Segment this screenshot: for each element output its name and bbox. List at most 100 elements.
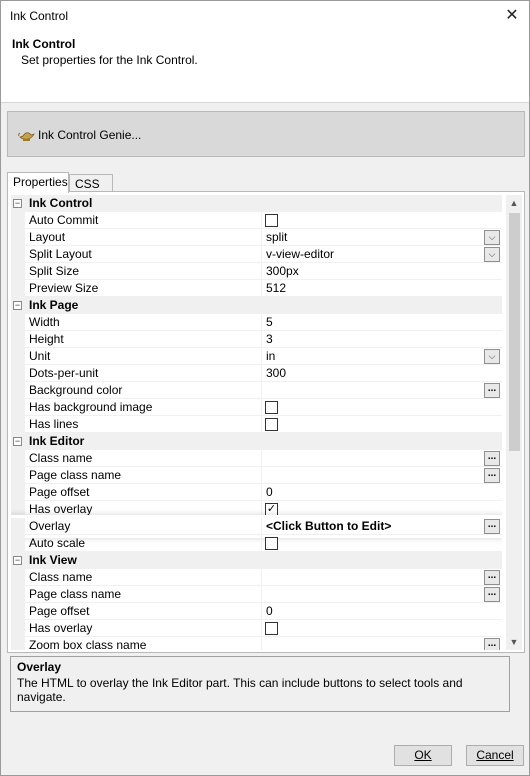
- row-gutter: [11, 484, 25, 501]
- ellipsis-icon[interactable]: ...: [484, 519, 500, 534]
- cancel-button[interactable]: Cancel: [466, 745, 524, 766]
- property-value[interactable]: ...: [262, 569, 502, 586]
- property-row[interactable]: Overlay <Click Button to Edit>...: [11, 518, 502, 535]
- chevron-down-icon[interactable]: ⌵: [484, 247, 500, 262]
- collapse-icon[interactable]: −: [13, 199, 22, 208]
- property-row[interactable]: Page class name...: [11, 467, 502, 484]
- property-row[interactable]: Layout split ⌵: [11, 229, 502, 246]
- property-name: Split Layout: [25, 246, 262, 263]
- property-value[interactable]: ...: [262, 586, 502, 603]
- property-value[interactable]: [262, 416, 502, 433]
- collapse-icon[interactable]: −: [13, 301, 22, 310]
- ellipsis-icon[interactable]: ...: [484, 587, 500, 602]
- property-value[interactable]: [262, 535, 502, 552]
- property-row[interactable]: Page offset 0: [11, 484, 502, 501]
- chevron-down-icon[interactable]: ⌵: [484, 230, 500, 245]
- scroll-up-icon[interactable]: ▲: [506, 195, 522, 211]
- property-row[interactable]: Height 3: [11, 331, 502, 348]
- property-value[interactable]: <Click Button to Edit>...: [262, 518, 502, 535]
- property-value[interactable]: ✓: [262, 501, 502, 518]
- property-value[interactable]: 512: [262, 280, 502, 297]
- property-row[interactable]: Preview Size 512: [11, 280, 502, 297]
- row-gutter: [11, 586, 25, 603]
- property-row[interactable]: Has background image: [11, 399, 502, 416]
- property-row[interactable]: Dots-per-unit 300: [11, 365, 502, 382]
- property-value[interactable]: 3: [262, 331, 502, 348]
- property-row[interactable]: Background color...: [11, 382, 502, 399]
- category-row[interactable]: − Ink View: [11, 552, 502, 569]
- property-value[interactable]: [262, 212, 502, 229]
- grid-scrollbar[interactable]: ▲ ▼: [506, 195, 522, 650]
- property-row[interactable]: Auto Commit: [11, 212, 502, 229]
- property-row[interactable]: Unit in ⌵: [11, 348, 502, 365]
- property-checkbox[interactable]: ✓: [265, 503, 278, 516]
- property-name: Page offset: [25, 603, 262, 620]
- category-row[interactable]: − Ink Page: [11, 297, 502, 314]
- ellipsis-icon[interactable]: ...: [484, 570, 500, 585]
- property-value[interactable]: ...: [262, 637, 502, 650]
- scroll-down-icon[interactable]: ▼: [506, 634, 522, 650]
- property-value-text: 5: [266, 315, 273, 329]
- property-row[interactable]: Width 5: [11, 314, 502, 331]
- scroll-thumb[interactable]: [509, 213, 520, 451]
- property-row[interactable]: Page class name...: [11, 586, 502, 603]
- property-value[interactable]: 0: [262, 603, 502, 620]
- tab-css[interactable]: CSS: [69, 174, 113, 192]
- property-value[interactable]: 0: [262, 484, 502, 501]
- property-row[interactable]: Split Size 300px: [11, 263, 502, 280]
- property-value[interactable]: 300px: [262, 263, 502, 280]
- property-name: Preview Size: [25, 280, 262, 297]
- property-value-text: 512: [266, 281, 287, 295]
- category-label: Ink Page: [29, 298, 79, 312]
- ink-control-genie-button[interactable]: Ink Control Genie...: [18, 125, 141, 145]
- property-value-text: v-view-editor: [266, 247, 335, 261]
- property-checkbox[interactable]: [265, 401, 278, 414]
- property-name: Class name: [25, 450, 262, 467]
- row-gutter: −: [11, 297, 25, 314]
- row-gutter: [11, 399, 25, 416]
- property-row[interactable]: Has overlay: [11, 620, 502, 637]
- ellipsis-icon[interactable]: ...: [484, 468, 500, 483]
- collapse-icon[interactable]: −: [13, 556, 22, 565]
- ellipsis-icon[interactable]: ...: [484, 638, 500, 650]
- ink-control-dialog: Ink Control ✕ Ink Control Set properties…: [0, 0, 530, 776]
- category-row[interactable]: − Ink Control: [11, 195, 502, 212]
- property-row[interactable]: Page offset 0: [11, 603, 502, 620]
- row-gutter: [11, 212, 25, 229]
- property-checkbox[interactable]: [265, 622, 278, 635]
- ok-button[interactable]: OK: [394, 745, 452, 766]
- property-row[interactable]: Class name...: [11, 569, 502, 586]
- property-row[interactable]: Split Layout v-view-editor ⌵: [11, 246, 502, 263]
- ellipsis-icon[interactable]: ...: [484, 451, 500, 466]
- property-value[interactable]: split ⌵: [262, 229, 502, 246]
- property-value[interactable]: 5: [262, 314, 502, 331]
- property-name: Page class name: [25, 586, 262, 603]
- category-label: Ink Control: [29, 196, 93, 210]
- property-row[interactable]: Auto scale: [11, 535, 502, 552]
- tab-properties[interactable]: Properties: [7, 172, 69, 193]
- category-row[interactable]: − Ink Editor: [11, 433, 502, 450]
- property-value[interactable]: 300: [262, 365, 502, 382]
- property-value[interactable]: in ⌵: [262, 348, 502, 365]
- close-icon[interactable]: ✕: [501, 5, 523, 27]
- collapse-icon[interactable]: −: [13, 437, 22, 446]
- property-row[interactable]: Has lines: [11, 416, 502, 433]
- property-row[interactable]: Has overlay ✓: [11, 501, 502, 518]
- row-gutter: [11, 314, 25, 331]
- chevron-down-icon[interactable]: ⌵: [484, 349, 500, 364]
- property-row[interactable]: Class name...: [11, 450, 502, 467]
- property-row[interactable]: Zoom box class name...: [11, 637, 502, 650]
- property-checkbox[interactable]: [265, 537, 278, 550]
- property-value[interactable]: ...: [262, 382, 502, 399]
- property-value[interactable]: ...: [262, 450, 502, 467]
- header-subtitle: Set properties for the Ink Control.: [21, 53, 198, 67]
- property-value[interactable]: ...: [262, 467, 502, 484]
- property-value[interactable]: [262, 620, 502, 637]
- property-checkbox[interactable]: [265, 214, 278, 227]
- property-name: Class name: [25, 569, 262, 586]
- property-value[interactable]: v-view-editor ⌵: [262, 246, 502, 263]
- row-gutter: [11, 569, 25, 586]
- ellipsis-icon[interactable]: ...: [484, 383, 500, 398]
- property-checkbox[interactable]: [265, 418, 278, 431]
- property-value[interactable]: [262, 399, 502, 416]
